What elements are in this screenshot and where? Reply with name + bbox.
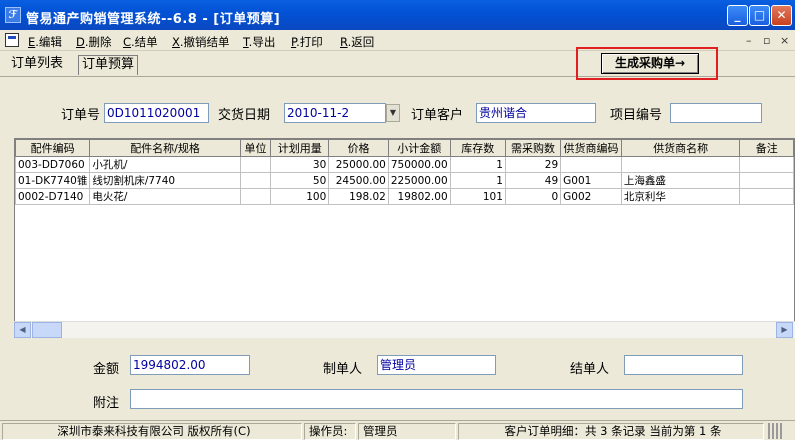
cell-supplier-code[interactable] [560,156,622,173]
table-row[interactable]: 003-DD7060 小孔机/ 30 25000.00 750000.00 1 … [15,156,794,173]
cell-part-name[interactable]: 小孔机/ [89,156,241,173]
customer-field[interactable]: 贵州谐合 [476,103,596,123]
cell-subtotal[interactable]: 19802.00 [387,188,451,205]
column-header[interactable]: 价格 [328,139,389,157]
window-title: 管易通产购销管理系统--6.8 - [订单预算] [26,12,281,27]
column-header[interactable]: 需采购数 [504,139,562,157]
cell-price[interactable]: 24500.00 [328,172,389,189]
cell-planned-qty[interactable]: 50 [270,172,330,189]
title-bar: ℱ 管易通产购销管理系统--6.8 - [订单预算] _ □ ✕ [0,0,795,30]
cell-remark[interactable] [739,188,794,205]
delivery-date-label: 交货日期 [218,108,271,123]
amount-field[interactable]: 1994802.00 [130,355,250,375]
status-operator: 管理员 [358,423,456,440]
status-operator-label: 操作员: [304,423,356,440]
cell-subtotal[interactable]: 750000.00 [387,156,451,173]
delivery-date-field[interactable]: 2010-11-2 [284,103,386,123]
date-dropdown-icon[interactable]: ▼ [386,104,400,122]
column-header[interactable]: 配件名称/规格 [89,139,241,157]
note-field[interactable] [130,389,743,409]
document-icon[interactable] [5,33,19,47]
menu-print[interactable]: P.打印 [291,34,323,50]
cell-stock[interactable]: 1 [449,156,506,173]
cell-unit[interactable] [239,172,272,189]
amount-label: 金额 [93,362,120,377]
menu-undo-close[interactable]: X.撤销结单 [172,34,230,50]
column-header[interactable]: 小计金额 [387,139,451,157]
cell-unit[interactable] [239,188,272,205]
order-detail-table: 配件编码 配件名称/规格 单位 计划用量 价格 小计金额 库存数 需采购数 供货… [15,139,794,205]
cell-planned-qty[interactable]: 100 [270,188,330,205]
cell-unit[interactable] [239,156,272,173]
mdi-close-button[interactable]: × [780,34,789,47]
menu-export[interactable]: T.导出 [243,34,275,50]
column-header[interactable]: 供货商编码 [560,139,622,157]
cell-remark[interactable] [739,172,794,189]
cell-remark[interactable] [739,156,794,173]
table-row[interactable]: 01-DK7740锥 线切割机床/7740 50 24500.00 225000… [15,172,794,189]
scroll-left-icon[interactable]: ◀ [14,322,31,338]
horizontal-scrollbar[interactable]: ◀ ▶ [14,321,795,338]
project-label: 项目编号 [610,108,663,123]
cell-purchase-qty[interactable]: 0 [504,188,562,205]
closer-field[interactable] [624,355,743,375]
project-field[interactable] [670,103,762,123]
order-detail-grid[interactable]: 配件编码 配件名称/规格 单位 计划用量 价格 小计金额 库存数 需采购数 供货… [14,138,795,338]
cell-part-code[interactable]: 0002-D7140 [15,188,91,205]
column-header[interactable]: 单位 [239,139,272,157]
cell-supplier-code[interactable]: G001 [560,172,622,189]
status-bar: 深圳市泰来科技有限公司 版权所有(C) 操作员: 管理员 客户订单明细：共 3 … [0,420,795,440]
menu-back[interactable]: R.返回 [340,34,374,50]
cell-supplier-name[interactable]: 北京利华 [620,188,741,205]
column-header[interactable]: 计划用量 [270,139,330,157]
creator-field[interactable]: 管理员 [377,355,496,375]
menu-close-order[interactable]: C.结单 [123,34,158,50]
cell-planned-qty[interactable]: 30 [270,156,330,173]
maximize-button[interactable]: □ [749,5,770,26]
cell-supplier-code[interactable]: G002 [560,188,622,205]
closer-label: 结单人 [570,362,610,377]
menu-delete[interactable]: D.删除 [76,34,112,50]
scroll-thumb[interactable] [32,322,62,338]
cell-price[interactable]: 198.02 [328,188,389,205]
close-button[interactable]: ✕ [771,5,792,26]
creator-label: 制单人 [323,362,363,377]
note-label: 附注 [93,396,120,411]
customer-label: 订单客户 [411,108,464,123]
cell-stock[interactable]: 101 [449,188,506,205]
order-no-label: 订单号 [61,108,101,123]
cell-price[interactable]: 25000.00 [328,156,389,173]
table-row[interactable]: 0002-D7140 电火花/ 100 198.02 19802.00 101 … [15,188,794,205]
cell-stock[interactable]: 1 [449,172,506,189]
resize-grip-icon[interactable] [768,423,782,439]
cell-purchase-qty[interactable]: 49 [504,172,562,189]
minimize-button[interactable]: _ [727,5,748,26]
column-header[interactable]: 配件编码 [15,139,91,157]
scroll-right-icon[interactable]: ▶ [776,322,793,338]
menu-edit[interactable]: E.编辑 [28,34,62,50]
app-feather-icon[interactable]: ℱ [5,7,21,23]
cell-part-name[interactable]: 电火花/ [89,188,241,205]
cell-subtotal[interactable]: 225000.00 [387,172,451,189]
generate-purchase-order-button[interactable]: 生成采购单→ [601,53,699,74]
cell-part-name[interactable]: 线切割机床/7740 [89,172,241,189]
status-record-info: 客户订单明细：共 3 条记录 当前为第 1 条 [458,423,764,440]
mdi-minimize-button[interactable]: – [746,34,752,47]
cell-supplier-name[interactable]: 上海鑫盛 [620,172,741,189]
tab-order-budget[interactable]: 订单预算 [78,55,139,75]
cell-part-code[interactable]: 01-DK7740锥 [15,172,91,189]
cell-part-code[interactable]: 003-DD7060 [15,156,91,173]
column-header[interactable]: 供货商名称 [620,139,741,157]
column-header[interactable]: 备注 [739,139,794,157]
tab-order-list[interactable]: 订单列表 [8,55,66,75]
mdi-restore-button[interactable]: ▫ [763,34,770,47]
order-no-field[interactable]: 0D1011020001 [104,103,209,123]
table-header-row: 配件编码 配件名称/规格 单位 计划用量 价格 小计金额 库存数 需采购数 供货… [15,139,794,157]
status-company: 深圳市泰来科技有限公司 版权所有(C) [2,423,302,440]
column-header[interactable]: 库存数 [449,139,506,157]
cell-purchase-qty[interactable]: 29 [504,156,562,173]
cell-supplier-name[interactable] [620,156,741,173]
